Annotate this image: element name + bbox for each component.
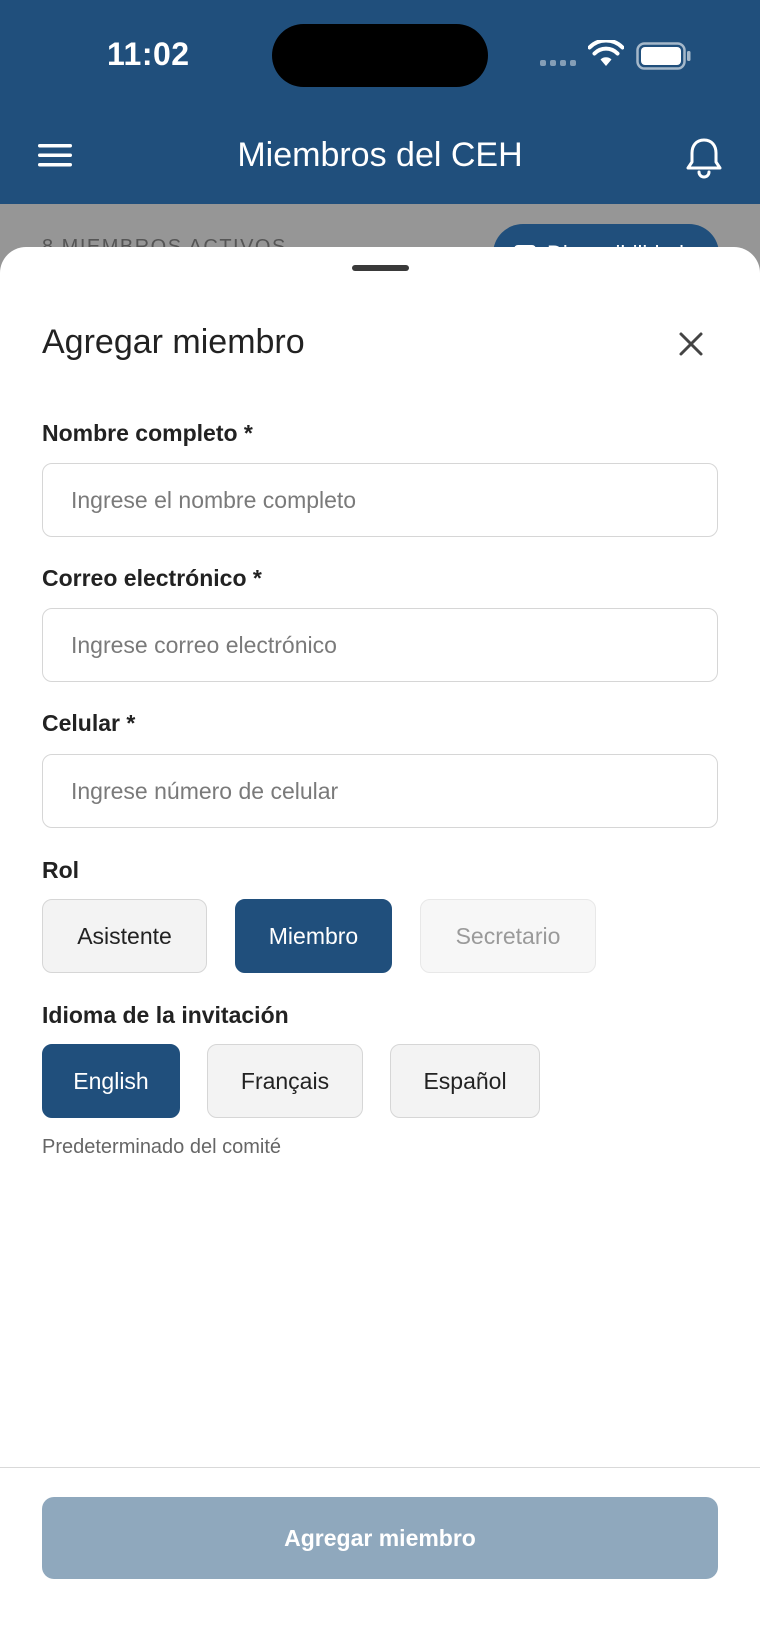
language-option-francais[interactable]: Français (207, 1044, 363, 1118)
language-helper-text: Predeterminado del comité (42, 1136, 282, 1158)
role-option-miembro[interactable]: Miembro (235, 899, 392, 973)
page-title: Miembros del CEH (237, 136, 523, 174)
dynamic-island (272, 24, 488, 87)
wifi-icon (588, 40, 624, 66)
footer-divider (0, 1467, 760, 1468)
add-member-sheet: Agregar miembro Nombre completo * Correo… (0, 247, 760, 1652)
nav-bar: Miembros del CEH (0, 110, 760, 204)
phone-input[interactable] (42, 754, 718, 828)
status-bar: 11:02 (0, 0, 760, 110)
full-name-input[interactable] (42, 463, 718, 537)
phone-label: Celular * (42, 710, 136, 736)
sheet-title: Agregar miembro (42, 323, 305, 361)
full-name-label: Nombre completo * (42, 420, 253, 446)
battery-icon (636, 42, 691, 70)
role-option-secretario: Secretario (420, 899, 596, 973)
add-member-submit-button[interactable]: Agregar miembro (42, 1497, 718, 1579)
cellular-signal-icon (540, 60, 576, 66)
role-label: Rol (42, 857, 80, 883)
sheet-grabber[interactable] (352, 265, 409, 271)
email-input[interactable] (42, 608, 718, 682)
close-icon[interactable] (678, 331, 704, 357)
bell-icon[interactable] (684, 136, 724, 180)
language-option-espanol[interactable]: Español (390, 1044, 540, 1118)
language-option-english[interactable]: English (42, 1044, 180, 1118)
status-time: 11:02 (107, 36, 190, 72)
language-label: Idioma de la invitación (42, 1002, 289, 1028)
role-option-asistente[interactable]: Asistente (42, 899, 207, 973)
email-label: Correo electrónico * (42, 565, 262, 591)
